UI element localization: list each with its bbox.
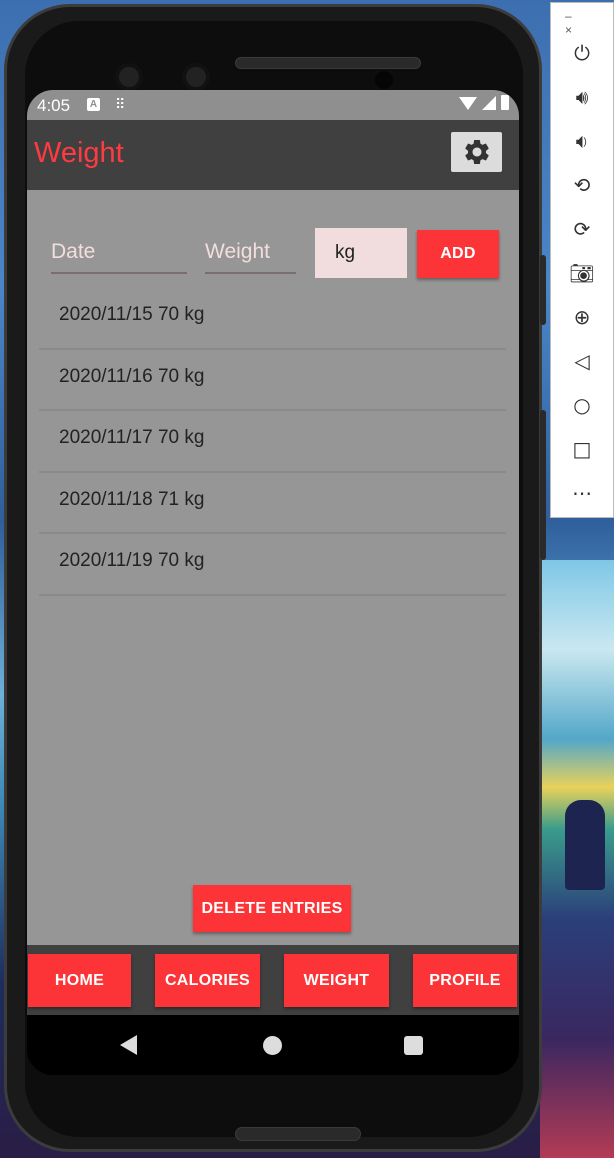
weight-entries-list: 2020/11/15 70 kg 2020/11/16 70 kg 2020/1… — [39, 288, 506, 596]
back-triangle-icon[interactable]: ◁ — [569, 348, 595, 374]
nav-weight-button[interactable]: WEIGHT — [284, 954, 389, 1007]
unit-selector[interactable]: kg — [315, 228, 407, 278]
settings-button[interactable] — [451, 132, 502, 172]
bottom-speaker — [235, 1127, 361, 1141]
notification-app-icon: A — [87, 98, 100, 111]
cell-signal-icon — [482, 95, 496, 110]
nav-profile-button[interactable]: PROFILE — [413, 954, 517, 1007]
volume-rocker[interactable] — [540, 410, 546, 560]
list-item[interactable]: 2020/11/16 70 kg — [39, 350, 506, 411]
volume-down-icon[interactable]: 🔉︎ — [569, 128, 595, 154]
home-circle-icon[interactable] — [263, 1036, 282, 1055]
add-button[interactable]: ADD — [417, 230, 499, 278]
delete-entries-button[interactable]: DELETE ENTRIES — [193, 885, 351, 932]
list-item[interactable]: 2020/11/15 70 kg — [39, 288, 506, 350]
front-camera-2 — [182, 63, 210, 91]
status-bar: 4:05 A ⠿ — [27, 90, 519, 120]
nav-calories-button[interactable]: CALORIES — [155, 954, 260, 1007]
nav-home-button[interactable]: HOME — [28, 954, 131, 1007]
phone-screen: 4:05 A ⠿ Weight Date Weight kg ADD 2020/… — [27, 90, 519, 1075]
system-nav-bar — [27, 1015, 519, 1075]
power-button[interactable] — [540, 255, 546, 325]
overview-icon[interactable]: □ — [569, 436, 595, 462]
emulator-toolbar: –× ⏻ 🔊︎ 🔉︎ ⟲ ⟳ 📷︎ ⊕ ◁ ○ □ ⋯ — [550, 2, 614, 518]
wallpaper-figure — [565, 800, 605, 890]
front-camera — [115, 63, 143, 91]
status-time: 4:05 — [37, 96, 71, 115]
zoom-icon[interactable]: ⊕ — [569, 304, 595, 330]
bottom-navigation: HOME CALORIES WEIGHT PROFILE — [27, 945, 519, 1015]
list-item[interactable]: 2020/11/18 71 kg — [39, 473, 506, 534]
battery-icon — [501, 95, 509, 110]
home-icon[interactable]: ○ — [569, 392, 595, 418]
gear-icon — [464, 139, 489, 164]
rotate-right-icon[interactable]: ⟳ — [569, 216, 595, 242]
recents-square-icon[interactable] — [404, 1036, 423, 1055]
camera-icon[interactable]: 📷︎ — [569, 260, 595, 286]
weight-field[interactable]: Weight — [205, 232, 296, 274]
proximity-sensor — [375, 71, 393, 89]
back-icon[interactable] — [120, 1035, 137, 1055]
date-field[interactable]: Date — [51, 232, 187, 274]
volume-up-icon[interactable]: 🔊︎ — [569, 84, 595, 110]
rotate-left-icon[interactable]: ⟲ — [569, 172, 595, 198]
earpiece-speaker — [235, 57, 421, 69]
app-bar: Weight — [27, 120, 519, 190]
wifi-icon — [459, 97, 477, 110]
power-icon[interactable]: ⏻ — [569, 40, 595, 66]
main-content: Date Weight kg ADD 2020/11/15 70 kg 2020… — [27, 190, 519, 945]
close-button[interactable]: × — [565, 23, 572, 37]
list-item[interactable]: 2020/11/17 70 kg — [39, 411, 506, 473]
list-item[interactable]: 2020/11/19 70 kg — [39, 534, 506, 596]
footsteps-icon: ⠿ — [115, 96, 126, 112]
more-icon[interactable]: ⋯ — [569, 480, 595, 506]
minimize-button[interactable]: – — [565, 9, 572, 23]
page-title: Weight — [34, 137, 124, 169]
